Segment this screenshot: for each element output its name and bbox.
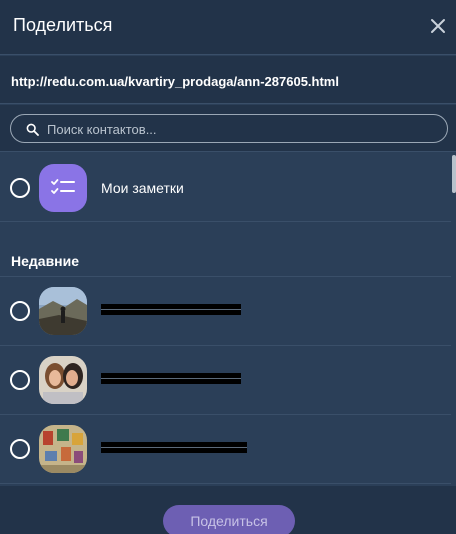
search-input[interactable]	[47, 119, 437, 139]
radio-contact[interactable]	[10, 301, 30, 321]
redacted-contact-name	[101, 373, 241, 384]
contacts-list: Мои заметки Недавние	[0, 153, 456, 486]
redacted-contact-name	[101, 304, 241, 315]
my-notes-label: Мои заметки	[101, 180, 184, 196]
avatar	[39, 356, 87, 404]
search-row	[0, 105, 456, 152]
list-item-recent-contact[interactable]	[0, 415, 451, 484]
radio-contact[interactable]	[10, 370, 30, 390]
share-url-row: http://redu.com.ua/kvartiry_prodaga/ann-…	[0, 56, 456, 104]
radio-contact[interactable]	[10, 439, 30, 459]
avatar	[39, 287, 87, 335]
scrollbar-thumb[interactable]	[452, 155, 456, 193]
avatar	[39, 425, 87, 473]
list-item-recent-contact[interactable]	[0, 346, 451, 415]
recent-section-title: Недавние	[11, 253, 80, 269]
list-item-my-notes[interactable]: Мои заметки	[0, 153, 451, 222]
notes-checklist-icon	[39, 164, 87, 212]
dialog-header: Поделиться	[0, 0, 456, 55]
dialog-footer: Поделиться	[0, 486, 456, 534]
list-item-recent-contact[interactable]	[0, 277, 451, 346]
share-button[interactable]: Поделиться	[163, 505, 295, 534]
scrollbar[interactable]	[452, 153, 456, 486]
share-url: http://redu.com.ua/kvartiry_prodaga/ann-…	[11, 74, 339, 89]
radio-my-notes[interactable]	[10, 178, 30, 198]
redacted-contact-name	[101, 442, 247, 453]
close-icon[interactable]	[425, 13, 451, 39]
search-box	[10, 114, 448, 143]
dialog-title: Поделиться	[13, 15, 113, 35]
search-icon	[26, 123, 39, 136]
